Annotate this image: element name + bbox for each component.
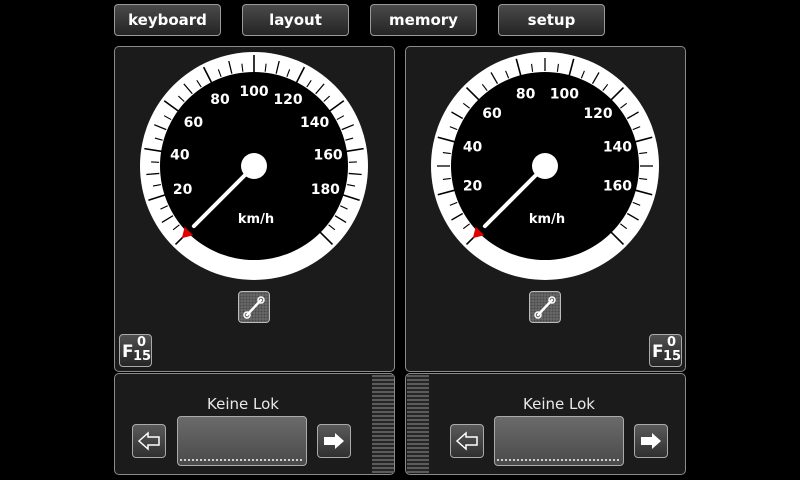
keyboard-button[interactable]: keyboard xyxy=(114,4,221,36)
gauge-label: 20 xyxy=(463,178,483,194)
gauge-hub xyxy=(241,153,267,179)
gauge-label: 120 xyxy=(273,92,302,108)
gauge-label: 100 xyxy=(239,84,268,100)
gauge-label: 160 xyxy=(313,147,342,163)
gauge-unit: km/h xyxy=(238,212,274,227)
function-letter: F xyxy=(122,342,134,362)
function-top-number: 0 xyxy=(137,335,147,350)
speed-slider[interactable] xyxy=(372,375,394,473)
speed-slider[interactable] xyxy=(407,375,429,473)
gauge-label: 20 xyxy=(173,182,193,198)
arrow-left-icon[interactable] xyxy=(450,424,484,458)
layout-button[interactable]: layout xyxy=(242,4,349,36)
arrow-right-icon[interactable] xyxy=(317,424,351,458)
arrow-right-icon[interactable] xyxy=(634,424,668,458)
gauge-label: 80 xyxy=(516,87,536,103)
function-button-left[interactable]: F 0 15 xyxy=(119,334,152,367)
gauge-label: 120 xyxy=(583,106,612,122)
arrow-left-icon[interactable] xyxy=(132,424,166,458)
loco-name: Keine Lok xyxy=(207,395,279,413)
gauge-label: 180 xyxy=(311,182,340,198)
function-letter: F xyxy=(652,342,664,362)
function-bottom-number: 15 xyxy=(663,349,682,364)
left-controller-panel: 20 40 60 80 100 120 140 160 180 km/h F 0 15 xyxy=(114,46,395,372)
setup-button[interactable]: setup xyxy=(498,4,605,36)
right-controller-panel: 20 40 60 80 100 120 140 160 km/h F 0 15 xyxy=(405,46,686,372)
function-top-number: 0 xyxy=(667,335,677,350)
loco-display[interactable] xyxy=(494,416,624,466)
gauge-label: 160 xyxy=(603,178,632,194)
gauge-label: 140 xyxy=(603,140,632,156)
loco-name: Keine Lok xyxy=(523,395,595,413)
gauge-hub xyxy=(532,153,558,179)
gauge-unit: km/h xyxy=(529,212,565,227)
right-loco-panel: Keine Lok xyxy=(405,373,686,475)
function-bottom-number: 15 xyxy=(133,349,152,364)
loco-display[interactable] xyxy=(177,416,307,466)
wrench-icon[interactable] xyxy=(238,291,270,323)
gauge-label: 40 xyxy=(463,140,483,156)
gauge-label: 80 xyxy=(210,92,230,108)
gauge-label: 40 xyxy=(170,147,190,163)
speedometer-left[interactable]: 20 40 60 80 100 120 140 160 180 km/h xyxy=(139,51,369,281)
gauge-label: 100 xyxy=(550,87,579,103)
gauge-label: 60 xyxy=(184,115,204,131)
gauge-label: 60 xyxy=(482,106,502,122)
memory-button[interactable]: memory xyxy=(370,4,477,36)
left-loco-panel: Keine Lok xyxy=(114,373,395,475)
speedometer-right[interactable]: 20 40 60 80 100120 140 160 km/h xyxy=(430,51,660,281)
gauge-label: 140 xyxy=(300,115,329,131)
wrench-icon[interactable] xyxy=(529,291,561,323)
function-button-right[interactable]: F 0 15 xyxy=(649,334,682,367)
